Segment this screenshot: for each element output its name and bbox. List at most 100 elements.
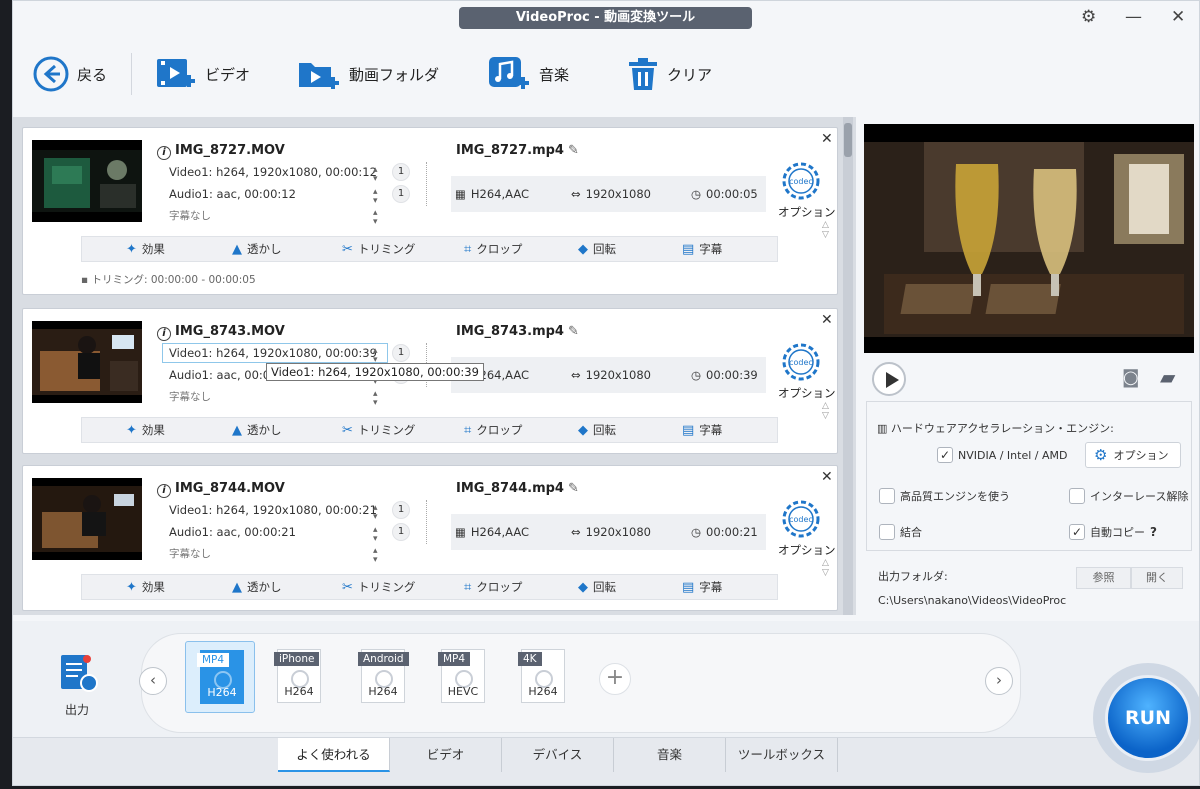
output-settings-icon[interactable] [57, 651, 101, 701]
remove-item-button[interactable]: ✕ [821, 312, 833, 328]
preset-4k-h264[interactable]: 4K H264 [507, 641, 577, 713]
video-thumbnail[interactable] [32, 321, 142, 403]
scrollbar-thumb[interactable] [844, 123, 852, 157]
output-filename[interactable]: IMG_8727.mp4 ✎ [456, 143, 579, 158]
list-item[interactable]: i IMG_8744.MOV Video1: h264, 1920x1080, 0… [22, 465, 838, 611]
merge-checkbox[interactable]: 結合 [879, 524, 922, 540]
remove-item-button[interactable]: ✕ [821, 469, 833, 485]
tab-device[interactable]: デバイス [502, 738, 614, 772]
effect-button[interactable]: ✦ 効果 [126, 422, 165, 438]
minimize-button[interactable]: — [1125, 7, 1142, 27]
crop-button[interactable]: ⌗ クロップ [464, 422, 522, 438]
subtitle-spinner-icon[interactable]: ▴ ▾ [373, 390, 378, 408]
trim-button[interactable]: ✂ トリミング [342, 241, 415, 257]
preset-android-h264[interactable]: Android H264 [347, 641, 417, 713]
video-thumbnail[interactable] [32, 140, 142, 222]
preset-iphone-h264[interactable]: iPhone H264 [263, 641, 333, 713]
scissors-icon: ✂ [342, 579, 353, 595]
rotate-button[interactable]: ◆ 回転 [578, 422, 616, 438]
open-folder-icon[interactable]: ▰ [1160, 365, 1175, 389]
output-folder-label: 出力フォルダ: [878, 570, 948, 583]
add-preset-button[interactable]: + [599, 663, 631, 695]
codec-gear-icon[interactable]: codec [781, 499, 821, 539]
tab-music[interactable]: 音楽 [614, 738, 726, 772]
audio-track[interactable]: Audio1: aac, 00:00:21 [169, 525, 296, 539]
edit-pencil-icon[interactable]: ✎ [568, 324, 579, 339]
subtitle-track[interactable]: 字幕なし [169, 389, 211, 404]
reorder-arrows-icon[interactable]: △ ▽ [822, 220, 829, 240]
watermark-button[interactable]: ▲ 透かし [232, 579, 282, 595]
hw-option-button[interactable]: ⚙ オプション [1085, 442, 1181, 468]
add-music-button[interactable]: 音楽 [487, 31, 569, 117]
info-icon[interactable]: i [157, 484, 171, 498]
trim-button[interactable]: ✂ トリミング [342, 422, 415, 438]
subtitle-track[interactable]: 字幕なし [169, 208, 211, 223]
crop-button[interactable]: ⌗ クロップ [464, 579, 522, 595]
audio-track-spinner-icon[interactable]: ▴▾ [373, 526, 378, 544]
clear-button[interactable]: クリア [627, 31, 712, 117]
run-button[interactable]: RUN [1093, 663, 1199, 773]
preset-mp4-hevc[interactable]: MP4 HEVC [427, 641, 497, 713]
hw-vendor-checkbox[interactable]: ✓ NVIDIA / Intel / AMD [937, 447, 1067, 463]
output-filename[interactable]: IMG_8744.mp4 ✎ [456, 481, 579, 496]
camera-icon[interactable]: ◙ [1122, 367, 1139, 388]
effect-button[interactable]: ✦ 効果 [126, 241, 165, 257]
close-window-button[interactable]: ✕ [1171, 7, 1185, 27]
video-track[interactable]: Video1: h264, 1920x1080, 00:00:39 [169, 346, 377, 360]
subtitle-button[interactable]: ▤ 字幕 [682, 241, 722, 257]
watermark-button[interactable]: ▲ 透かし [232, 422, 282, 438]
audio-track[interactable]: Audio1: aac, 00:00:12 [169, 187, 296, 201]
deinterlace-checkbox[interactable]: インターレース解除 [1069, 488, 1188, 504]
stamp-icon: ▲ [232, 241, 242, 257]
subtitle-button[interactable]: ▤ 字幕 [682, 579, 722, 595]
output-filename[interactable]: IMG_8743.mp4 ✎ [456, 324, 579, 339]
subtitle-spinner-icon[interactable]: ▴ ▾ [373, 209, 378, 227]
watermark-button[interactable]: ▲ 透かし [232, 241, 282, 257]
video-track-spinner-icon[interactable]: ▴ ▾ [373, 504, 378, 522]
auto-copy-checkbox[interactable]: ✓ 自動コピー? [1069, 524, 1157, 540]
add-folder-button[interactable]: 動画フォルダ [297, 31, 439, 117]
list-scrollbar[interactable] [843, 117, 853, 615]
list-item[interactable]: i IMG_8743.MOV Video1: h264, 1920x1080, 0… [22, 308, 838, 454]
tab-toolbox[interactable]: ツールボックス [726, 738, 838, 772]
subtitle-spinner-icon[interactable]: ▴ ▾ [373, 547, 378, 565]
codec-gear-icon[interactable]: codec [781, 342, 821, 382]
add-video-button[interactable]: ビデオ [155, 31, 250, 117]
help-icon[interactable]: ? [1150, 525, 1157, 539]
next-preset-button[interactable]: › [985, 667, 1013, 695]
audio-track-spinner-icon[interactable]: ▴▾ [373, 188, 378, 206]
crop-button[interactable]: ⌗ クロップ [464, 241, 522, 257]
rotate-button[interactable]: ◆ 回転 [578, 241, 616, 257]
edit-pencil-icon[interactable]: ✎ [568, 481, 579, 496]
hq-engine-checkbox[interactable]: 高品質エンジンを使う [879, 488, 1010, 504]
info-icon[interactable]: i [157, 327, 171, 341]
list-item[interactable]: i IMG_8727.MOV Video1: h264, 1920x1080, 0… [22, 127, 838, 295]
video-track-spinner-icon[interactable]: ▴ ▾ [373, 166, 378, 184]
open-folder-button[interactable]: 開く [1131, 567, 1183, 589]
tab-popular[interactable]: よく使われる [278, 738, 390, 772]
remove-item-button[interactable]: ✕ [821, 131, 833, 147]
play-button[interactable] [872, 362, 906, 396]
settings-gear-icon[interactable]: ⚙ [1081, 7, 1096, 27]
reorder-arrows-icon[interactable]: △ ▽ [822, 558, 829, 578]
effect-button[interactable]: ✦ 効果 [126, 579, 165, 595]
codec-gear-icon[interactable]: codec [781, 161, 821, 201]
video-track[interactable]: Video1: h264, 1920x1080, 00:00:12 [169, 165, 377, 179]
browse-button[interactable]: 参照 [1076, 567, 1131, 589]
video-thumbnail[interactable] [32, 478, 142, 560]
option-label[interactable]: オプション [778, 542, 836, 558]
edit-pencil-icon[interactable]: ✎ [568, 143, 579, 158]
info-icon[interactable]: i [157, 146, 171, 160]
reorder-arrows-icon[interactable]: △ ▽ [822, 401, 829, 421]
subtitle-track[interactable]: 字幕なし [169, 546, 211, 561]
option-label[interactable]: オプション [778, 385, 836, 401]
preset-mp4-h264[interactable]: MP4 H264 [185, 641, 255, 713]
trim-button[interactable]: ✂ トリミング [342, 579, 415, 595]
rotate-button[interactable]: ◆ 回転 [578, 579, 616, 595]
tab-video[interactable]: ビデオ [390, 738, 502, 772]
video-track[interactable]: Video1: h264, 1920x1080, 00:00:21 [169, 503, 377, 517]
option-label[interactable]: オプション [778, 204, 836, 220]
subtitle-button[interactable]: ▤ 字幕 [682, 422, 722, 438]
back-button[interactable]: 戻る [33, 31, 107, 117]
prev-preset-button[interactable]: ‹ [139, 667, 167, 695]
